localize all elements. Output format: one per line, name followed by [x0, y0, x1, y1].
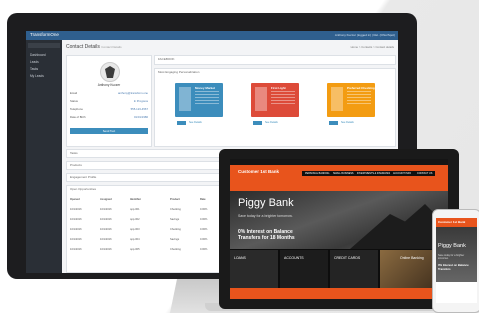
- profile-status-value: In Progress: [133, 99, 148, 103]
- products-label: Products: [70, 163, 82, 167]
- tile-details-link[interactable]: See Details: [341, 121, 354, 124]
- phone-hero-title: Piggy Bank: [438, 243, 466, 249]
- tile-credit-cards[interactable]: CREDIT CARDS: [330, 250, 378, 288]
- bank-footer-strip: [230, 288, 448, 299]
- bank-website-screen: Customer 1st Bank PERSONAL BANKING SMALL…: [230, 159, 448, 299]
- hero-subtitle: Save today for a brighter tomorrow.: [238, 214, 293, 218]
- tile-logo-icon: [331, 87, 343, 111]
- profile-email-label: Email: [70, 91, 77, 95]
- nav-personal-banking[interactable]: PERSONAL BANKING: [302, 171, 333, 176]
- phone-hero-offer[interactable]: 0% Interest on Balance Transfers: [438, 263, 476, 271]
- tile-description: [195, 91, 219, 105]
- avatar: [100, 62, 120, 82]
- tile-view-button[interactable]: [177, 121, 186, 125]
- engagement-panel: Most Engaging Personalization Money Mark…: [154, 68, 396, 147]
- profile-phone-value[interactable]: 555-123-4567: [131, 107, 148, 111]
- tile-logo-icon: [179, 87, 191, 111]
- sidebar-item-dashboard[interactable]: Dashboard: [30, 53, 46, 57]
- sidebar-search-input[interactable]: [28, 43, 60, 48]
- phone-hero-subtitle: Save today for a brighter tomorrow.: [438, 254, 465, 260]
- nav-investments[interactable]: INVESTMENTS & INSURANCE: [354, 171, 395, 176]
- profile-name: Anthony Kuczer: [97, 83, 121, 87]
- tasks-label: Tasks: [70, 151, 78, 155]
- smartphone: Customer 1st Bank Piggy Bank Save today …: [432, 209, 479, 313]
- profile-status-label: Status: [70, 99, 78, 103]
- hero-title: Piggy Bank: [238, 197, 294, 209]
- tile-view-button[interactable]: [329, 121, 338, 125]
- hero-offer[interactable]: 0% Interest on Balance Transfers for 18 …: [238, 229, 308, 241]
- phone-bank-logo[interactable]: Customer 1st Bank: [438, 220, 465, 224]
- tile-accounts[interactable]: ACCOUNTS: [280, 250, 328, 288]
- tile-loans[interactable]: LOANS: [230, 250, 278, 288]
- profile-dob-label: Date of Birth: [70, 115, 86, 119]
- phone-screen: Customer 1st Bank Piggy Bank Save today …: [436, 218, 477, 303]
- tile-first-light[interactable]: First Light: [251, 83, 299, 117]
- tile-title: First Light: [271, 86, 286, 90]
- tile-details-link[interactable]: See Details: [189, 121, 202, 124]
- sidebar-item-tasks[interactable]: Tasks: [30, 67, 38, 71]
- page-title: Contact Details Contact Details: [66, 44, 122, 50]
- admin-brand[interactable]: TransformOne: [30, 32, 59, 37]
- nav-contact-us[interactable]: CONTACT US: [414, 171, 436, 176]
- admin-sidebar: Dashboard Leads Tasks My Leads: [26, 40, 62, 273]
- profile-card: Anthony Kuczer Email anthony@transform.o…: [66, 55, 152, 147]
- tile-details-link[interactable]: See Details: [265, 121, 278, 124]
- laptop: Customer 1st Bank PERSONAL BANKING SMALL…: [219, 149, 459, 309]
- tile-accounts-label: ACCOUNTS: [284, 256, 304, 260]
- engagement-label: Most Engaging Personalization: [158, 70, 200, 74]
- phone-header: Customer 1st Bank: [436, 218, 477, 227]
- tile-title: Preferred Checking: [347, 86, 375, 90]
- opportunities-label: Open Opportunities: [70, 187, 97, 191]
- sidebar-item-leads[interactable]: Leads: [30, 60, 39, 64]
- admin-topbar: TransformOne Anthony Kuczer (logged in) …: [26, 31, 398, 40]
- breadcrumb[interactable]: Home > Contacts > Contact details: [351, 45, 394, 49]
- send-text-button[interactable]: Send Text: [70, 128, 148, 134]
- admin-user-info[interactable]: Anthony Kuczer (logged in) | Rel. (Ohio/…: [335, 33, 395, 37]
- profile-phone-label: Telephone: [70, 107, 83, 111]
- facebook-panel: FACEBOOK: [154, 55, 396, 65]
- page-subtitle: Contact Details: [101, 45, 122, 49]
- tile-loans-label: LOANS: [234, 256, 246, 260]
- tile-view-button[interactable]: [253, 121, 262, 125]
- bank-logo[interactable]: Customer 1st Bank: [238, 169, 279, 174]
- tile-description: [347, 91, 371, 105]
- tile-money-market[interactable]: Money Market: [175, 83, 223, 117]
- tile-credit-cards-label: CREDIT CARDS: [334, 256, 361, 260]
- profile-email-value[interactable]: anthony@transform.one: [118, 91, 148, 95]
- tile-logo-icon: [255, 87, 267, 111]
- nav-small-business[interactable]: SMALL BUSINESS: [330, 171, 357, 176]
- tile-preferred-checking[interactable]: Preferred Checking: [327, 83, 375, 117]
- profile-dob-value: 01/01/1980: [134, 115, 148, 119]
- tile-title: Money Market: [195, 86, 216, 90]
- tile-online-banking-label: Online Banking: [400, 256, 424, 260]
- facebook-label[interactable]: FACEBOOK: [158, 57, 175, 61]
- engagement-profile-label: Engagement Profile: [70, 175, 97, 179]
- sidebar-item-my-leads[interactable]: My Leads: [30, 74, 44, 78]
- tile-description: [271, 91, 295, 105]
- nav-account-info[interactable]: ACCOUNT INFO: [390, 171, 415, 176]
